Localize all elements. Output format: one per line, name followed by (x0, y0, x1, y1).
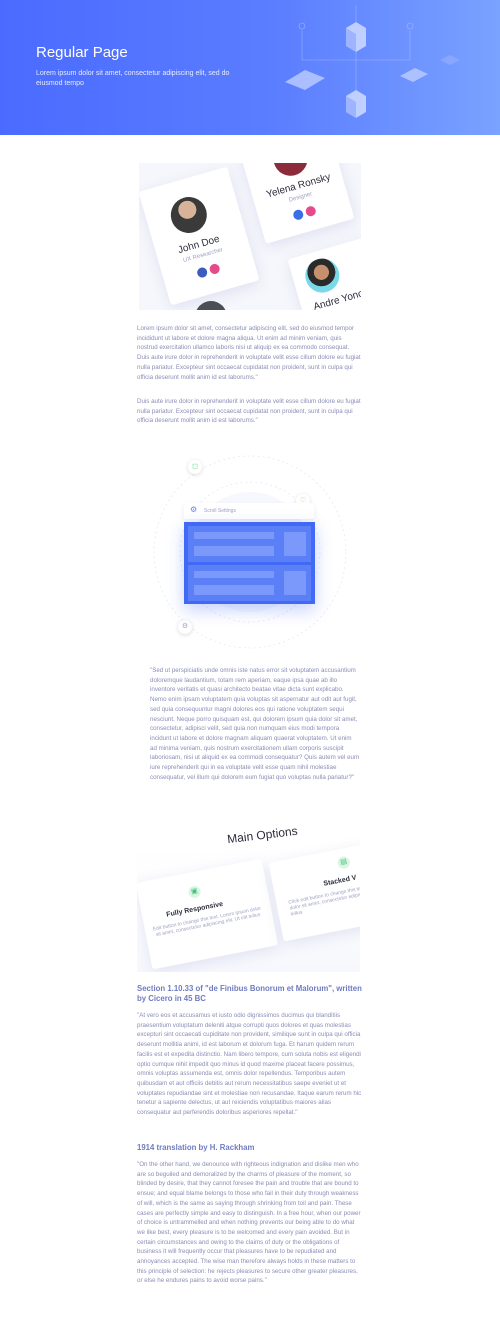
options-title: Main Options (226, 823, 299, 847)
team-illustration: John Doe UX Researcher Yelena Ronsky Des… (139, 163, 361, 310)
panel-label: Scroll Settings (204, 508, 236, 514)
dribbble-icon[interactable] (304, 205, 317, 218)
dribbble-icon[interactable] (208, 262, 221, 276)
settings-panel-header: ⚙ Scroll Settings (184, 503, 314, 519)
section-heading: Section 1.10.33 of "de Finibus Bonorum e… (137, 984, 362, 1003)
team-card: Andre Yono (287, 234, 361, 310)
facebook-icon[interactable] (196, 266, 209, 279)
team-card: Yelena Ronsky Designer (239, 163, 355, 244)
page-subtitle: Lorem ipsum dolor sit amet, consectetur … (36, 70, 230, 87)
behance-icon[interactable] (292, 208, 305, 221)
responsive-icon: ▣ (187, 884, 202, 900)
avatar (166, 192, 212, 238)
section-paragraph-1: "At vero eos et accusamus et iusto odio … (137, 1012, 362, 1117)
quote-text: "Sed ut perspiciatis unde omnis iste nat… (150, 667, 360, 781)
settings-illustration: ◻ ♡ ⚙ ⚙ Scroll Settings (140, 452, 360, 652)
option-card: ▤ Stacked V Click edit button to change … (268, 838, 360, 942)
avatar (195, 301, 227, 310)
main-options-illustration: Main Options ▣ Fully Responsive Edit but… (137, 812, 360, 972)
gear-icon: ⚙ (190, 505, 198, 514)
intro-paragraph-2: Duis aute irure dolor in reprehenderit i… (137, 398, 361, 425)
settings-icon: ⚙ (178, 620, 192, 634)
team-card: John Doe UX Researcher (139, 166, 260, 306)
panel-row (188, 526, 311, 562)
panel-row (188, 565, 311, 601)
option-card: ▣ Fully Responsive Edit button to change… (137, 858, 279, 970)
section-paragraph-2: "On the other hand, we denounce with rig… (137, 1161, 361, 1285)
settings-panel (184, 522, 315, 604)
hero-banner: Regular Page Lorem ipsum dolor sit amet,… (0, 0, 500, 135)
option-title: Stacked V (322, 874, 358, 888)
stack-icon: ▤ (336, 855, 351, 870)
chat-icon: ◻ (188, 460, 202, 474)
section-subheading: 1914 translation by H. Rackham (137, 1143, 255, 1152)
intro-paragraph-1: Lorem ipsum dolor sit amet, consectetur … (137, 325, 361, 381)
avatar (301, 254, 344, 297)
page-title: Regular Page (36, 44, 128, 61)
network-illustration (285, 5, 460, 118)
